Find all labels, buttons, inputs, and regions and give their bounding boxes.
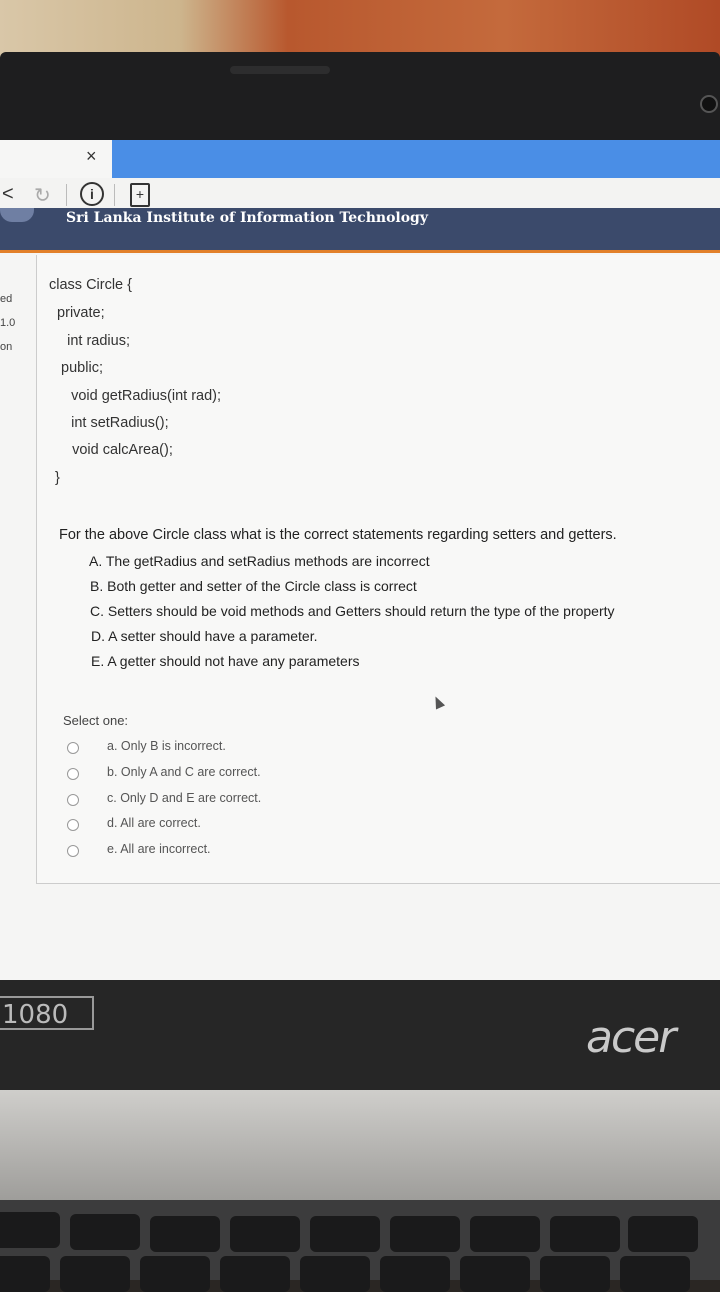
code-line: } [55,470,60,486]
resolution-badge: 1080 [0,996,94,1030]
mouse-cursor-icon [430,694,446,710]
sidebar-text: on [0,341,13,353]
keyboard-key [620,1256,690,1292]
select-one-label: Select one: [63,713,129,728]
keyboard-key [628,1216,698,1252]
option-label[interactable]: e. All are incorrect. [107,842,211,856]
question-text: For the above Circle class what is the c… [59,527,617,543]
radio-button[interactable] [67,768,79,780]
keyboard-key [230,1216,300,1252]
radio-button[interactable] [67,742,79,754]
keyboard-key [550,1216,620,1252]
option-label[interactable]: c. Only D and E are correct. [107,791,261,805]
brand-logo: acer [586,1012,676,1063]
code-line: void getRadius(int rad); [55,388,222,404]
question-card: class Circle { private; int radius; publ… [36,255,720,884]
keyboard [0,1200,720,1292]
statement: D. A setter should have a parameter. [91,628,318,644]
keyboard-key [60,1256,130,1292]
sidebar-text: 1.0 [0,317,16,329]
keyboard-key [300,1256,370,1292]
logo-icon [0,208,34,222]
radio-button[interactable] [67,845,79,857]
toolbar-divider [66,184,67,206]
code-line: private; [49,305,105,321]
keyboard-key [540,1256,610,1292]
keyboard-key [220,1256,290,1292]
toolbar-divider [114,184,115,206]
statement: B. Both getter and setter of the Circle … [90,578,417,594]
new-tab-area[interactable] [112,140,720,178]
option-label[interactable]: a. Only B is incorrect. [107,739,226,753]
keyboard-key [0,1212,60,1248]
code-line: class Circle { [49,277,132,293]
webcam-strip [230,66,330,74]
background-room [0,0,720,58]
webcam-icon [700,95,718,113]
code-line: int radius; [51,333,130,349]
info-icon[interactable]: i [80,182,104,206]
quiz-content: ed 1.0 on class Circle { private; int ra… [0,253,720,980]
laptop-deck [0,1090,720,1210]
statement: A. The getRadius and setRadius methods a… [89,553,430,569]
site-title: Sri Lanka Institute of Information Techn… [66,210,428,226]
back-icon[interactable]: < [2,183,14,206]
laptop-screen: × < ↻ i + Sri Lanka Institute of Informa… [0,140,720,980]
option-label[interactable]: b. Only A and C are correct. [107,765,261,779]
code-line: void calcArea(); [56,442,173,458]
keyboard-key [470,1216,540,1252]
code-line: public; [53,360,103,376]
reload-icon[interactable]: ↻ [34,183,51,208]
keyboard-key [70,1214,140,1250]
site-banner: Sri Lanka Institute of Information Techn… [0,208,720,253]
browser-tab[interactable]: × [0,140,112,178]
radio-button[interactable] [67,819,79,831]
keyboard-key [390,1216,460,1252]
keyboard-key [0,1256,50,1292]
sidebar-text: ed [0,293,13,305]
laptop-top-bezel [0,52,720,144]
code-line: int setRadius(); [55,415,169,431]
option-label[interactable]: d. All are correct. [107,816,201,830]
keyboard-key [140,1256,210,1292]
statement: E. A getter should not have any paramete… [91,653,360,669]
statement: C. Setters should be void methods and Ge… [90,603,615,619]
add-page-icon[interactable]: + [130,183,150,207]
keyboard-key [310,1216,380,1252]
radio-button[interactable] [67,794,79,806]
keyboard-key [460,1256,530,1292]
close-icon[interactable]: × [86,146,97,167]
keyboard-key [380,1256,450,1292]
keyboard-key [150,1216,220,1252]
browser-tab-bar: × [0,140,720,178]
